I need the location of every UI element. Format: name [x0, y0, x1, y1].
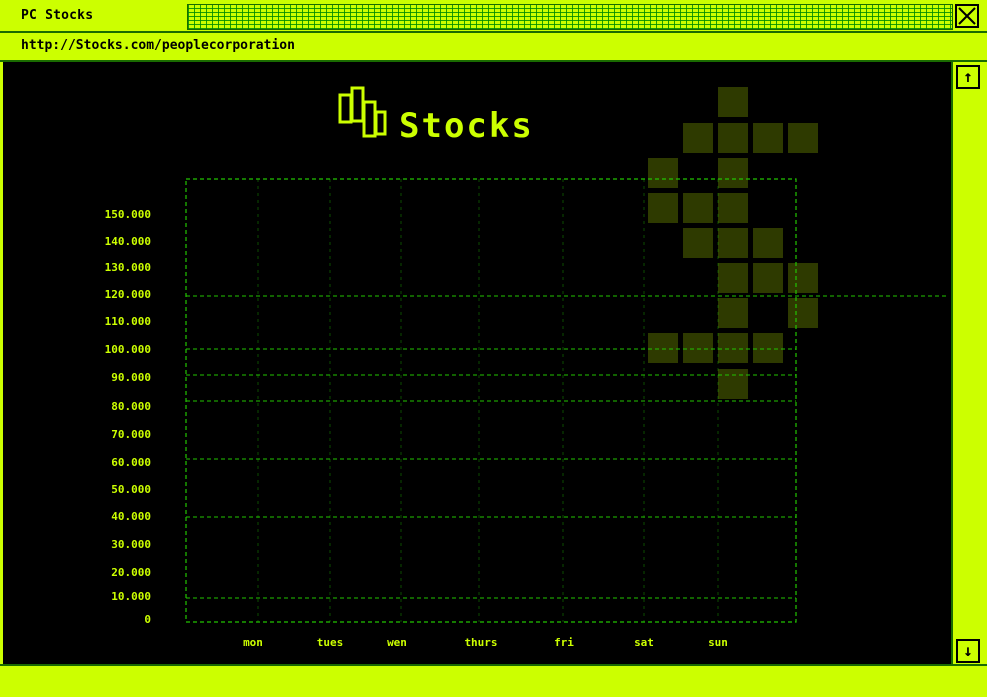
x-tick-label: sun [708, 636, 728, 649]
dollar-pixel [718, 87, 748, 117]
y-tick-label: 50.000 [111, 483, 151, 496]
title-bar[interactable]: PC Stocks [0, 0, 987, 33]
scroll-up-button[interactable]: ↑ [956, 65, 980, 89]
y-tick-label: 140.000 [105, 235, 151, 248]
y-tick-label: 70.000 [111, 428, 151, 441]
dollar-pixel [648, 193, 678, 223]
dollar-pixel [648, 158, 678, 188]
browser-window: PC Stocks http://Stocks.com/peoplecorpor… [0, 0, 987, 697]
window-title: PC Stocks [21, 8, 94, 23]
dollar-pixel [718, 228, 748, 258]
dollar-pixel [683, 333, 713, 363]
dollar-pixel [683, 123, 713, 153]
y-tick-label: 150.000 [105, 208, 151, 221]
x-tick-label: thurs [464, 636, 497, 649]
dollar-pixel [753, 123, 783, 153]
dollar-pixel [683, 193, 713, 223]
y-tick-label: 0 [144, 613, 151, 626]
scroll-down-button[interactable]: ↓ [956, 639, 980, 663]
dollar-pixel [683, 228, 713, 258]
down-arrow-icon: ↓ [963, 641, 973, 660]
status-bar [0, 664, 987, 697]
y-tick-label: 110.000 [105, 315, 151, 328]
dollar-pixel [788, 263, 818, 293]
dollar-pixel [718, 298, 748, 328]
page-content: Stocks mon tues wen thurs fri sat sun 150.000 14… [3, 62, 951, 664]
y-tick-label: 120.000 [105, 288, 151, 301]
address-bar[interactable]: http://Stocks.com/peoplecorporation [0, 33, 987, 62]
dollar-sign-pixel-icon [648, 87, 818, 399]
x-tick-label: sat [634, 636, 654, 649]
y-tick-label: 40.000 [111, 510, 151, 523]
y-tick-label: 60.000 [111, 456, 151, 469]
dollar-pixel [718, 123, 748, 153]
stocks-chart: mon tues wen thurs fri sat sun 150.000 140.000 13… [105, 87, 948, 649]
x-tick-label: mon [243, 636, 263, 649]
dollar-pixel [718, 333, 748, 363]
vertical-scrollbar[interactable]: ↑ ↓ [951, 62, 981, 664]
x-tick-label: fri [554, 636, 574, 649]
up-arrow-icon: ↑ [963, 67, 973, 86]
dollar-pixel [753, 228, 783, 258]
dollar-pixel [788, 123, 818, 153]
title-bar-pattern [187, 4, 953, 30]
y-tick-label: 20.000 [111, 566, 151, 579]
dollar-pixel [718, 158, 748, 188]
y-tick-label: 90.000 [111, 371, 151, 384]
dollar-pixel [718, 263, 748, 293]
dollar-pixel [718, 193, 748, 223]
dollar-pixel [788, 298, 818, 328]
y-tick-label: 130.000 [105, 261, 151, 274]
close-button[interactable] [955, 4, 979, 28]
y-tick-label: 80.000 [111, 400, 151, 413]
y-tick-label: 100.000 [105, 343, 151, 356]
dollar-pixel [753, 333, 783, 363]
y-tick-label: 30.000 [111, 538, 151, 551]
x-tick-label: wen [387, 636, 407, 649]
dollar-pixel [753, 263, 783, 293]
y-tick-label: 10.000 [111, 590, 151, 603]
url-text[interactable]: http://Stocks.com/peoplecorporation [21, 38, 295, 53]
dollar-pixel [718, 369, 748, 399]
x-tick-label: tues [317, 636, 344, 649]
dollar-pixel [648, 333, 678, 363]
close-icon [958, 7, 976, 25]
